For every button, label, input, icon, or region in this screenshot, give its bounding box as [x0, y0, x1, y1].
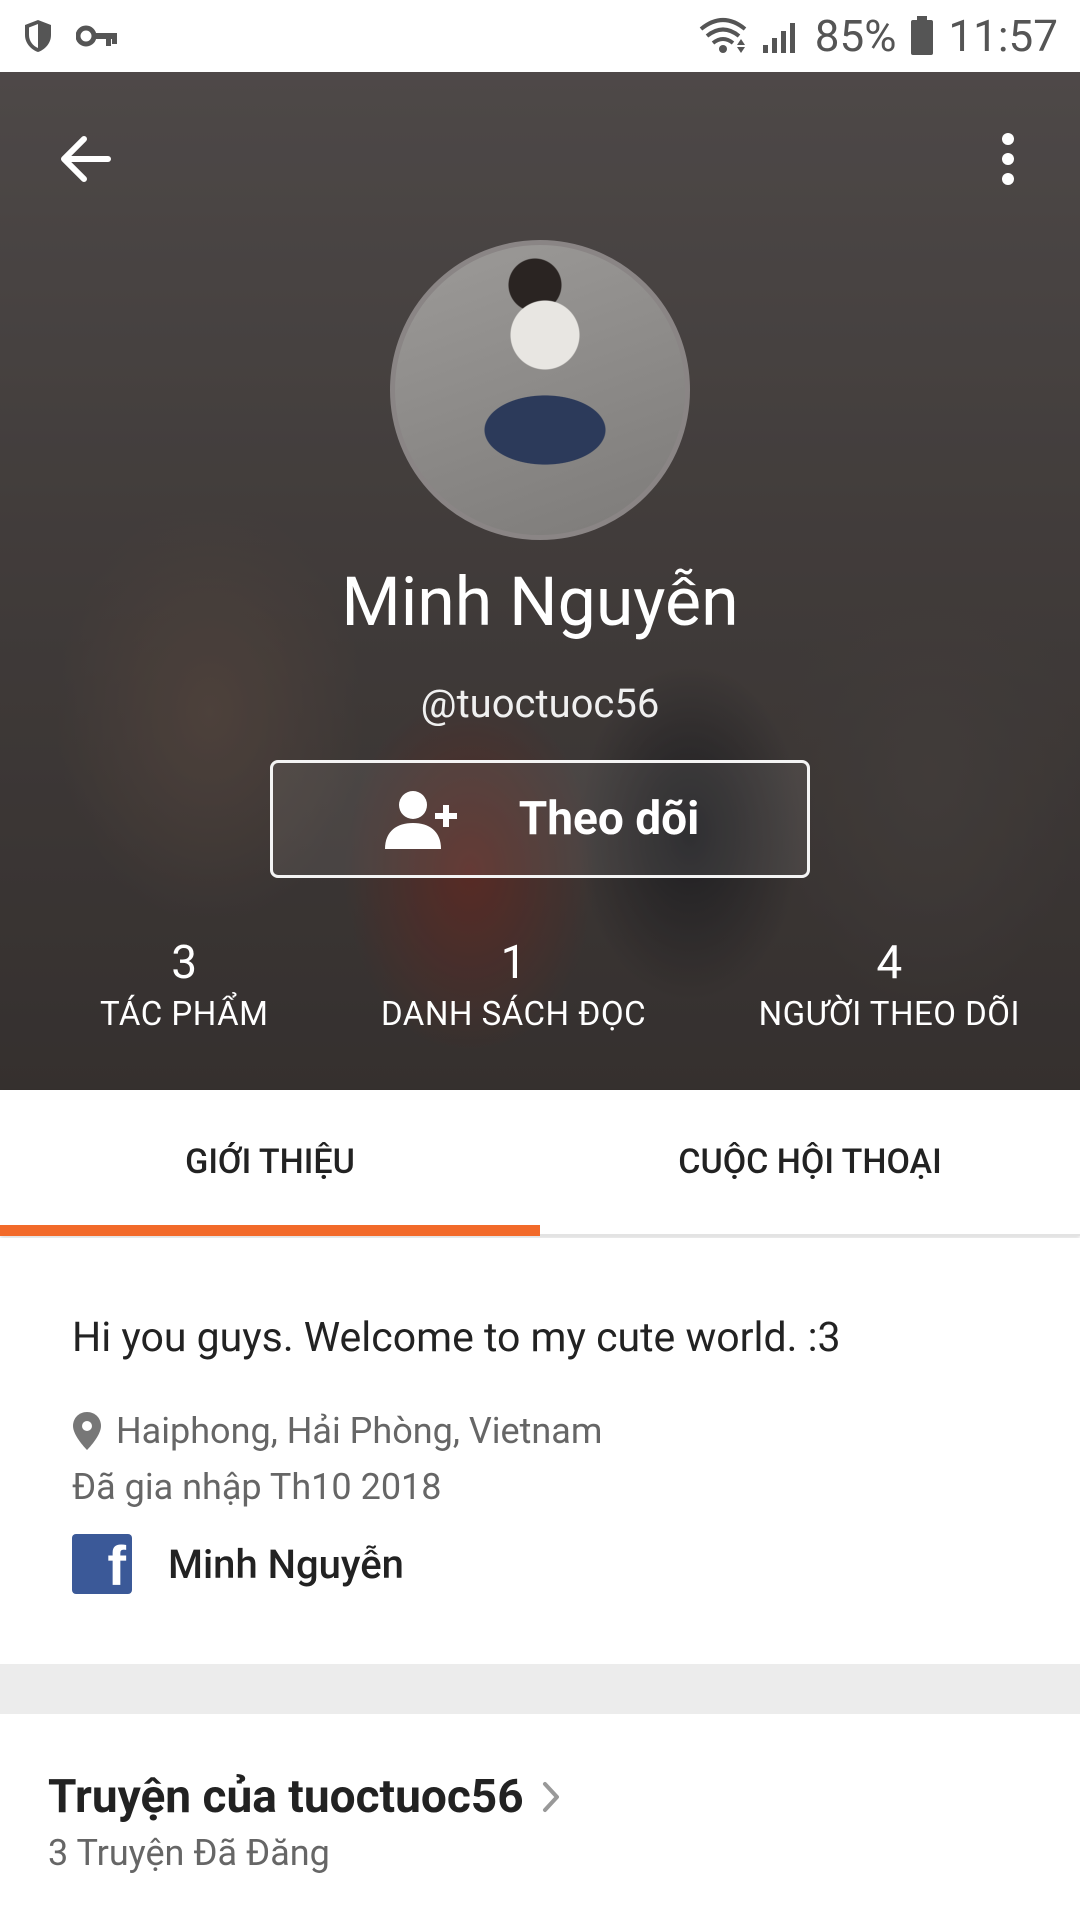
- tab-about[interactable]: GIỚI THIỆU: [0, 1090, 540, 1236]
- about-section: Hi you guys. Welcome to my cute world. :…: [0, 1238, 1080, 1664]
- status-bar: 85% 11:57: [0, 0, 1080, 72]
- location-text: Haiphong, Hải Phòng, Vietnam: [116, 1410, 603, 1452]
- section-divider: [0, 1664, 1080, 1714]
- stories-title: Truyện của tuoctuoc56: [48, 1770, 524, 1824]
- tab-conversations[interactable]: CUỘC HỘI THOẠI: [540, 1090, 1080, 1234]
- location: Haiphong, Hải Phòng, Vietnam: [72, 1410, 602, 1452]
- joined-date: Đã gia nhập Th10 2018: [72, 1466, 442, 1508]
- stat-reading-lists[interactable]: 1 DANH SÁCH ĐỌC: [381, 934, 646, 1054]
- stories-count: 3 Truyện Đã Đăng: [48, 1832, 330, 1874]
- stat-label: DANH SÁCH ĐỌC: [380, 995, 647, 1034]
- chevron-right-icon: [542, 1782, 559, 1812]
- profile-handle: @tuoctuoc56: [420, 680, 660, 727]
- profile-tabs: GIỚI THIỆU CUỘC HỘI THOẠI: [0, 1090, 1080, 1236]
- stat-value: 3: [171, 936, 198, 990]
- battery-icon: [910, 16, 934, 56]
- facebook-name: Minh Nguyễn: [168, 1540, 404, 1588]
- clock: 11:57: [948, 10, 1058, 62]
- add-user-icon: [381, 784, 461, 854]
- profile-name: Minh Nguyễn: [341, 562, 739, 642]
- arrow-left-icon: [61, 136, 111, 182]
- facebook-link[interactable]: f Minh Nguyễn: [72, 1534, 404, 1594]
- more-vertical-icon: [1002, 133, 1014, 185]
- stat-followers[interactable]: 4 NGƯỜI THEO DÕI: [759, 934, 1020, 1054]
- signal-icon: [761, 19, 801, 53]
- avatar[interactable]: [390, 240, 690, 540]
- location-pin-icon: [73, 1412, 101, 1450]
- profile-stats: 3 TÁC PHẨM 1 DANH SÁCH ĐỌC 4 NGƯỜI THEO …: [100, 934, 1020, 1054]
- stat-value: 4: [876, 936, 903, 990]
- stories-title-row[interactable]: Truyện của tuoctuoc56: [48, 1770, 560, 1824]
- more-options-button[interactable]: [980, 124, 1036, 194]
- follow-label: Theo dõi: [518, 792, 700, 846]
- follow-button[interactable]: Theo dõi: [270, 760, 810, 878]
- key-icon: [76, 24, 118, 48]
- facebook-icon: f: [72, 1534, 132, 1594]
- stories-section[interactable]: Truyện của tuoctuoc56 3 Truyện Đã Đăng: [0, 1714, 1080, 1920]
- stat-label: NGƯỜI THEO DÕI: [758, 995, 1020, 1034]
- battery-percent: 85%: [814, 10, 897, 62]
- wifi-icon: [699, 17, 747, 55]
- stat-label: TÁC PHẨM: [100, 995, 269, 1034]
- shield-icon: [22, 18, 54, 54]
- back-button[interactable]: [50, 124, 120, 194]
- stat-works[interactable]: 3 TÁC PHẨM: [100, 934, 268, 1054]
- profile-header: Minh Nguyễn @tuoctuoc56 Theo dõi 3 TÁC P…: [0, 72, 1080, 1090]
- bio-text: Hi you guys. Welcome to my cute world. :…: [72, 1314, 841, 1362]
- stat-value: 1: [500, 936, 527, 990]
